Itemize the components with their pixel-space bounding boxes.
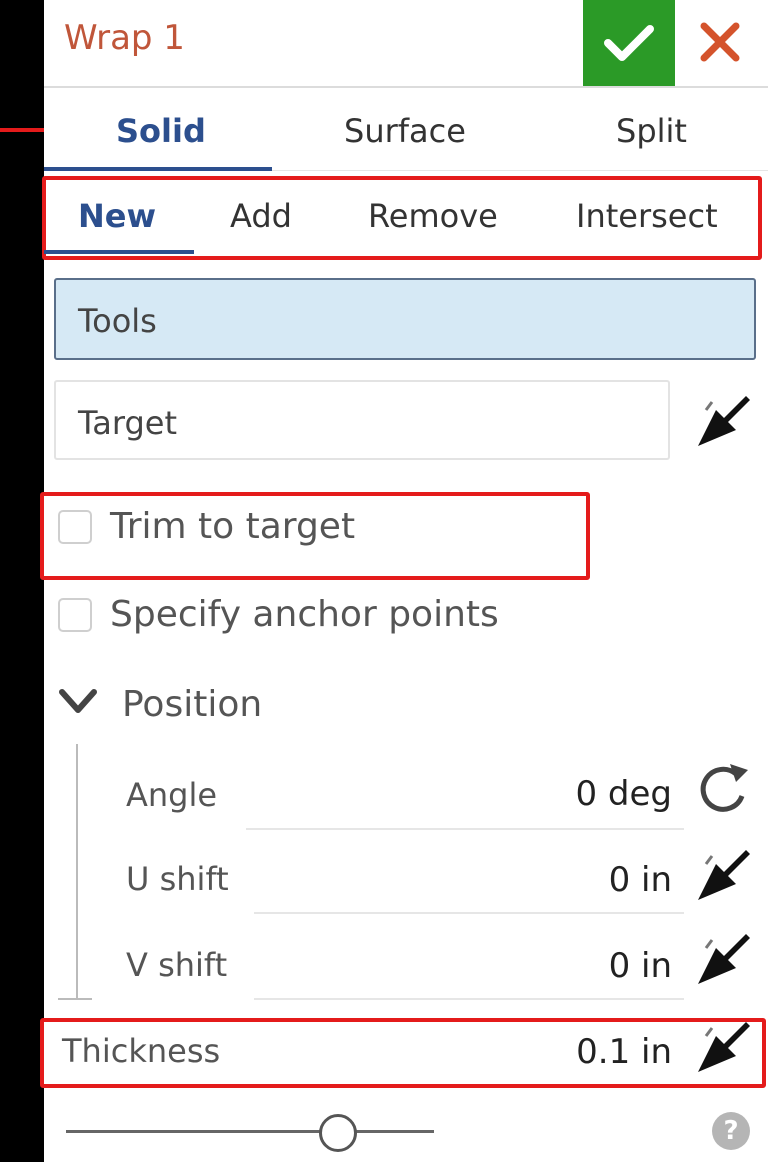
tab-new-indicator	[44, 250, 194, 254]
tab-surface[interactable]: Surface	[344, 112, 466, 150]
v-shift-input[interactable]: 0 in	[344, 946, 672, 986]
confirm-button[interactable]	[583, 0, 675, 86]
anchor-points-label: Specify anchor points	[110, 594, 499, 635]
target-field-label: Target	[78, 404, 177, 442]
slider-track[interactable]	[66, 1130, 434, 1133]
v-shift-input-underline	[254, 998, 684, 1000]
checkmark-icon	[604, 25, 654, 61]
tab-intersect[interactable]: Intersect	[576, 197, 718, 235]
position-section-label[interactable]: Position	[122, 684, 262, 725]
tab-new[interactable]: New	[78, 197, 156, 235]
tab-solid[interactable]: Solid	[116, 112, 206, 150]
dialog-title: Wrap 1	[64, 18, 185, 58]
tools-selection-field[interactable]	[54, 278, 756, 360]
tab-split[interactable]: Split	[616, 112, 687, 150]
angle-label: Angle	[126, 776, 218, 814]
position-group-foot	[58, 998, 92, 1000]
reverse-direction-icon[interactable]	[692, 758, 756, 822]
u-shift-select-arrow-icon[interactable]	[692, 842, 756, 906]
v-shift-label: V shift	[126, 946, 228, 984]
tab-remove[interactable]: Remove	[368, 197, 498, 235]
slider-handle[interactable]	[319, 1114, 358, 1152]
wrap-feature-dialog: Wrap 1 Solid Surface Split New Add Remov…	[40, 0, 768, 1162]
cancel-button[interactable]	[692, 12, 748, 72]
trim-to-target-label: Trim to target	[110, 506, 356, 547]
u-shift-input[interactable]: 0 in	[344, 860, 672, 900]
anchor-points-checkbox[interactable]	[58, 598, 92, 632]
angle-input-underline	[246, 828, 684, 830]
close-icon	[700, 22, 740, 62]
trim-to-target-checkbox[interactable]	[58, 510, 92, 544]
v-shift-select-arrow-icon[interactable]	[692, 926, 756, 990]
u-shift-label: U shift	[126, 860, 229, 898]
help-icon[interactable]: ?	[712, 1112, 750, 1150]
angle-input[interactable]: 0 deg	[344, 774, 672, 814]
tab-solid-indicator	[44, 167, 272, 171]
tab-add[interactable]: Add	[230, 197, 292, 235]
thickness-select-arrow-icon[interactable]	[692, 1014, 756, 1078]
thickness-label: Thickness	[62, 1032, 221, 1070]
tools-field-label: Tools	[78, 302, 157, 340]
thickness-input[interactable]: 0.1 in	[344, 1032, 672, 1072]
position-group-line	[76, 744, 78, 1000]
u-shift-input-underline	[254, 912, 684, 914]
header-divider	[44, 86, 768, 88]
target-select-arrow-icon[interactable]	[692, 388, 756, 452]
chevron-down-icon[interactable]	[56, 684, 100, 720]
